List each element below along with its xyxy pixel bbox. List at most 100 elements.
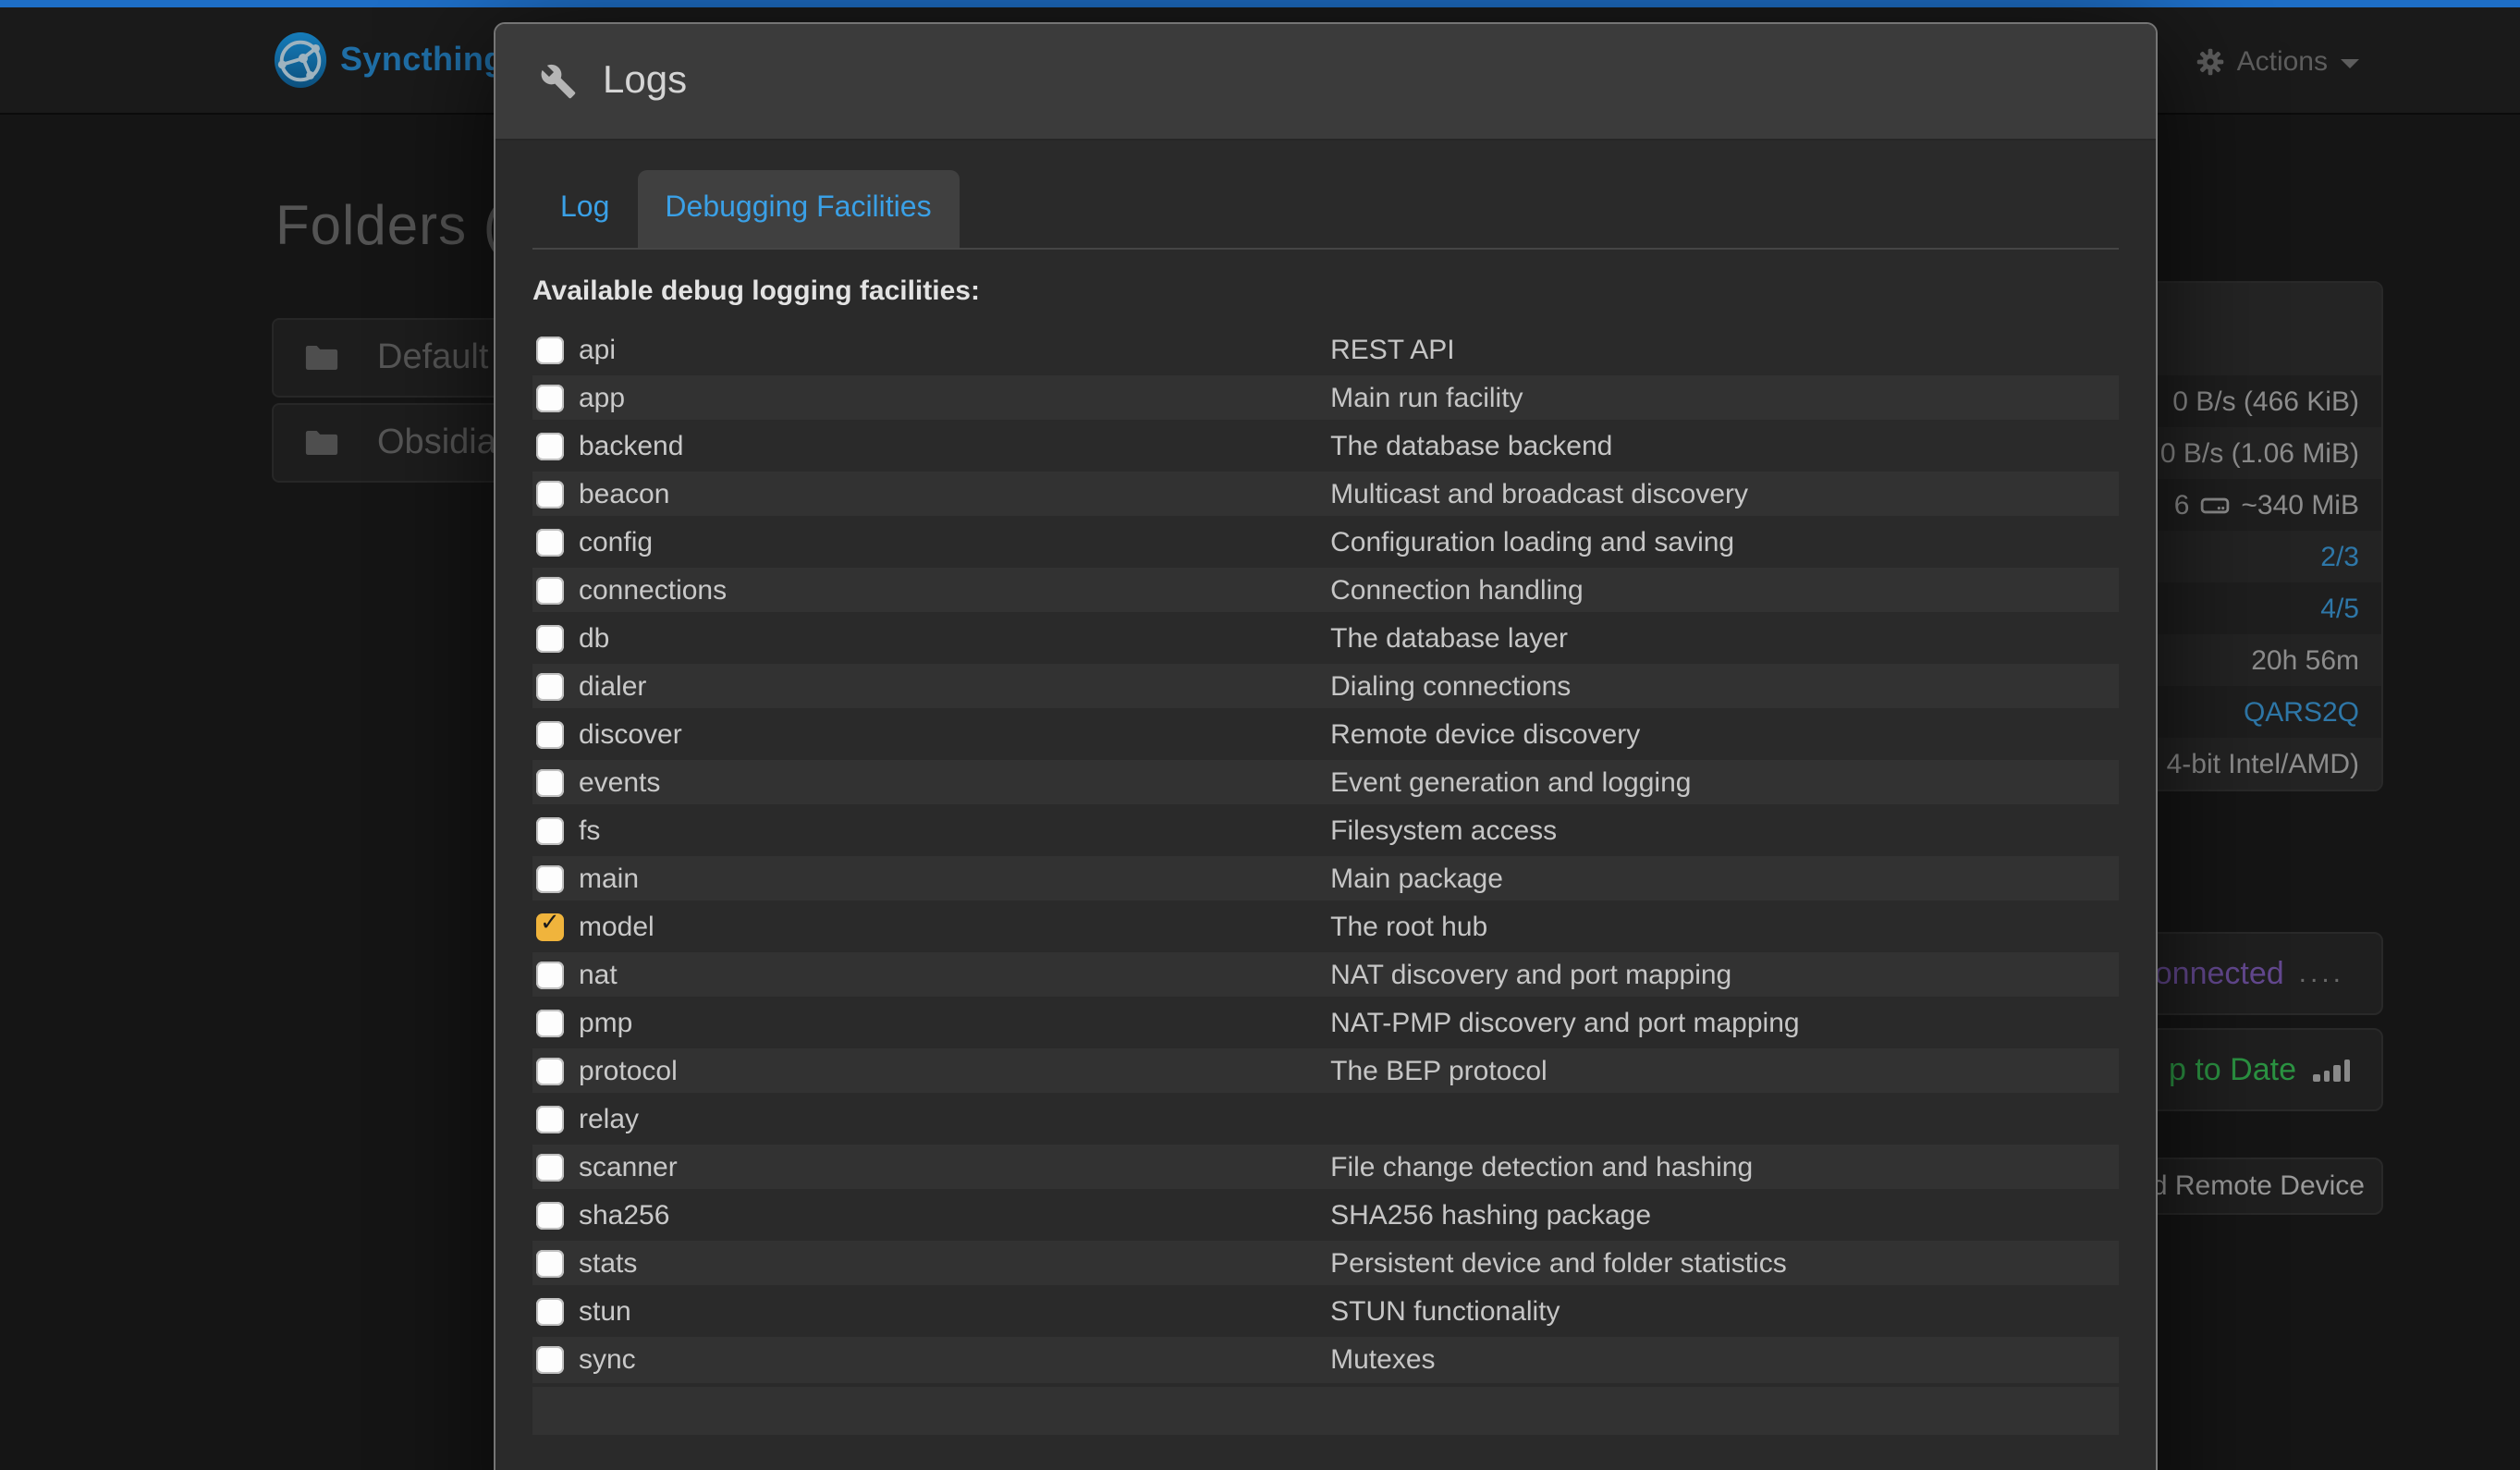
logs-tabs: Log Debugging Facilities: [532, 170, 2119, 250]
facility-checkbox[interactable]: [536, 720, 564, 748]
facility-label[interactable]: sync: [532, 1344, 1330, 1376]
device-status-label: onnected: [2155, 955, 2284, 992]
facility-label[interactable]: fs: [532, 815, 1330, 846]
facility-name: backend: [579, 430, 683, 461]
facility-label[interactable]: beacon: [532, 478, 1330, 509]
facility-checkbox[interactable]: [536, 1057, 564, 1084]
facility-row: sha256 SHA256 hashing package: [532, 1191, 2119, 1239]
facility-label[interactable]: discover: [532, 718, 1330, 750]
facility-name: scanner: [579, 1151, 678, 1182]
actions-menu-button[interactable]: Actions: [2196, 7, 2359, 115]
facility-checkbox[interactable]: [536, 576, 564, 604]
facility-description: Main package: [1330, 854, 2119, 902]
facility-checkbox[interactable]: [536, 961, 564, 988]
facility-description: Main run facility: [1330, 374, 2119, 422]
folder-icon: [305, 344, 338, 372]
facility-description: [1330, 1095, 2119, 1143]
folder-icon: [305, 429, 338, 457]
facility-label[interactable]: backend: [532, 430, 1330, 461]
facility-checkbox[interactable]: [536, 1249, 564, 1277]
facility-row: db The database layer: [532, 614, 2119, 662]
facility-checkbox[interactable]: [536, 1009, 564, 1036]
tab-label: Debugging Facilities: [665, 192, 931, 224]
facility-label[interactable]: main: [532, 863, 1330, 894]
tab[interactable]: Debugging Facilities: [637, 170, 959, 248]
facility-checkbox[interactable]: [536, 672, 564, 700]
modal-title: Logs: [603, 59, 687, 104]
folder-name: Default: [377, 337, 488, 378]
stat-value: 4-bit Intel/AMD): [2167, 748, 2359, 779]
wrench-icon: [540, 63, 577, 100]
facility-label[interactable]: model: [532, 911, 1330, 942]
facility-label[interactable]: stats: [532, 1247, 1330, 1279]
facility-label[interactable]: pmp: [532, 1007, 1330, 1038]
facility-label[interactable]: app: [532, 382, 1330, 413]
device-status-label: p to Date: [2169, 1051, 2296, 1088]
facility-name: pmp: [579, 1007, 632, 1038]
facility-label[interactable]: config: [532, 526, 1330, 557]
facility-row-partial: [532, 1387, 2119, 1435]
facility-checkbox[interactable]: [536, 528, 564, 556]
facility-checkbox[interactable]: [536, 1297, 564, 1325]
facility-name: stun: [579, 1295, 631, 1327]
stat-value: 2/3: [2320, 541, 2359, 572]
facility-row: stats Persistent device and folder stati…: [532, 1239, 2119, 1287]
facility-name: main: [579, 863, 639, 894]
facility-name: sha256: [579, 1199, 669, 1231]
facility-checkbox[interactable]: [536, 816, 564, 844]
facility-description: NAT discovery and port mapping: [1330, 950, 2119, 998]
facility-description: File change detection and hashing: [1330, 1143, 2119, 1191]
top-accent-bar: [0, 0, 2520, 7]
facility-label[interactable]: scanner: [532, 1151, 1330, 1182]
facility-checkbox[interactable]: [536, 384, 564, 411]
facility-checkbox[interactable]: [536, 768, 564, 796]
facility-checkbox[interactable]: [536, 1153, 564, 1181]
facility-row: beacon Multicast and broadcast discovery: [532, 470, 2119, 518]
facility-name: config: [579, 526, 653, 557]
facility-checkbox[interactable]: [536, 1105, 564, 1133]
gear-icon: [2196, 47, 2224, 75]
facility-label[interactable]: stun: [532, 1295, 1330, 1327]
facility-row: events Event generation and logging: [532, 758, 2119, 806]
stat-value: 20h 56m: [2251, 644, 2359, 676]
facility-description: SHA256 hashing package: [1330, 1191, 2119, 1239]
facility-label[interactable]: api: [532, 334, 1330, 365]
facility-label[interactable]: relay: [532, 1103, 1330, 1134]
tab[interactable]: Log: [532, 170, 637, 248]
facility-row: nat NAT discovery and port mapping: [532, 950, 2119, 998]
facility-row: backend The database backend: [532, 422, 2119, 470]
facility-checkbox[interactable]: [536, 336, 564, 363]
facility-label[interactable]: dialer: [532, 670, 1330, 702]
logs-modal-header: Logs: [495, 24, 2156, 141]
facility-checkbox[interactable]: [536, 864, 564, 892]
chevron-down-icon: [2341, 58, 2359, 67]
facility-description: NAT-PMP discovery and port mapping: [1330, 998, 2119, 1047]
facility-row: main Main package: [532, 854, 2119, 902]
facility-label[interactable]: events: [532, 766, 1330, 798]
facility-checkbox[interactable]: [536, 1346, 564, 1374]
facility-checkbox[interactable]: [536, 1201, 564, 1229]
facility-row: config Configuration loading and saving: [532, 518, 2119, 566]
facility-checkbox[interactable]: [536, 432, 564, 459]
facility-description: Remote device discovery: [1330, 710, 2119, 758]
brand-link[interactable]: Syncthing: [272, 31, 505, 89]
facility-label[interactable]: nat: [532, 959, 1330, 990]
facility-label[interactable]: db: [532, 622, 1330, 654]
facility-label[interactable]: sha256: [532, 1199, 1330, 1231]
facility-description: Configuration loading and saving: [1330, 518, 2119, 566]
facility-description: The root hub: [1330, 902, 2119, 950]
tab-label: Log: [560, 192, 609, 224]
device-status-dots: ....: [2299, 958, 2344, 989]
stat-value: QARS2Q: [2244, 696, 2359, 728]
stat-value: 0 B/s (1.06 MiB): [2160, 437, 2359, 469]
facility-checkbox[interactable]: [536, 913, 564, 940]
facility-name: nat: [579, 959, 618, 990]
facility-description: Dialing connections: [1330, 662, 2119, 710]
facility-label[interactable]: protocol: [532, 1055, 1330, 1086]
facility-label[interactable]: connections: [532, 574, 1330, 606]
facility-checkbox[interactable]: [536, 624, 564, 652]
facilities-table: api REST API app: [532, 324, 2119, 1383]
facility-checkbox[interactable]: [536, 480, 564, 508]
facility-description: Persistent device and folder statistics: [1330, 1239, 2119, 1287]
facility-description: STUN functionality: [1330, 1287, 2119, 1335]
